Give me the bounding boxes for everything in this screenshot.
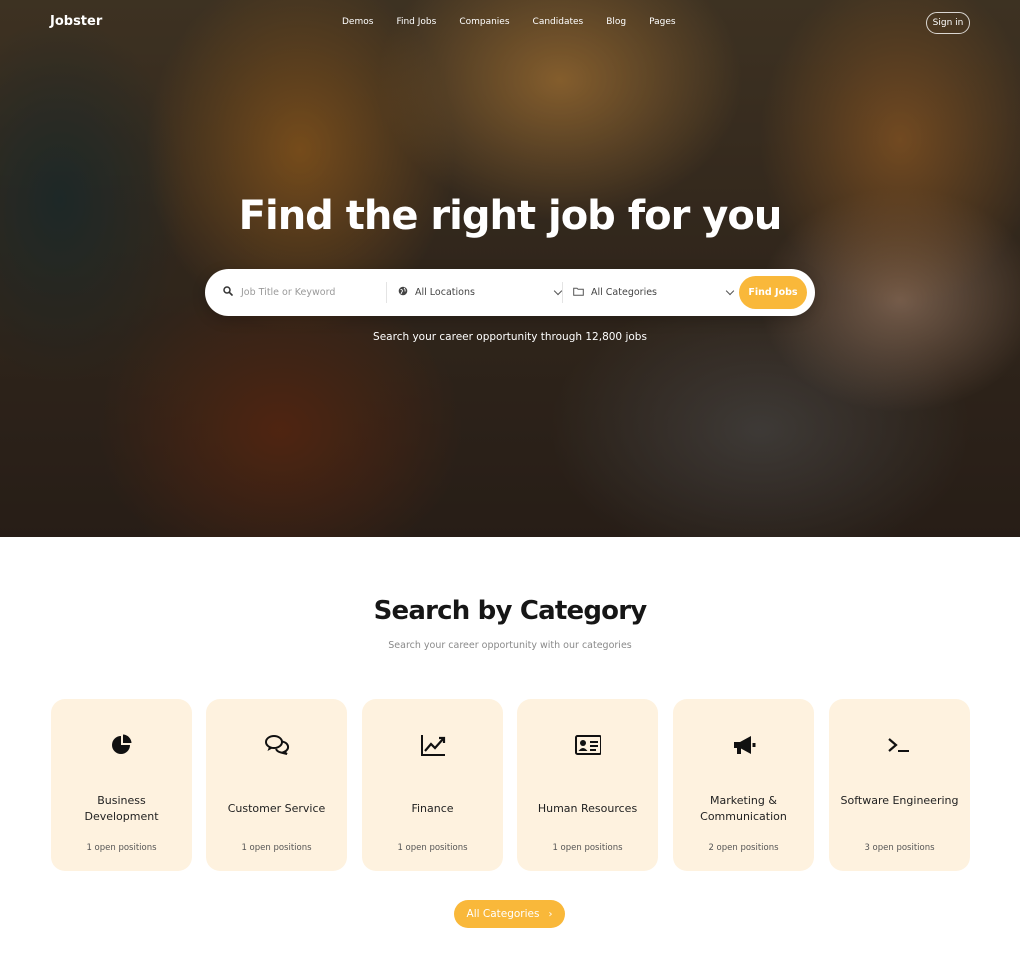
all-categories-button[interactable]: All Categories › (454, 900, 565, 928)
location-value: All Locations (415, 287, 475, 298)
keyword-placeholder: Job Title or Keyword (241, 287, 336, 298)
nav-item-candidates[interactable]: Candidates (533, 17, 584, 27)
folder-icon (573, 287, 584, 299)
category-name: Finance (411, 802, 454, 815)
category-count: 1 open positions (86, 843, 157, 853)
location-select[interactable]: All Locations (398, 269, 563, 316)
hero-title: Find the right job for you (238, 193, 783, 239)
globe-icon (398, 286, 408, 299)
pie-chart-icon (109, 733, 135, 757)
category-card-marketing-communication[interactable]: Marketing & Communication 2 open positio… (673, 699, 814, 871)
nav-item-companies[interactable]: Companies (459, 17, 509, 27)
sign-in-button[interactable]: Sign in (926, 12, 970, 34)
nav-item-demos[interactable]: Demos (342, 17, 373, 27)
nav-item-pages[interactable]: Pages (649, 17, 675, 27)
category-grid: Business Development 1 open positions Cu… (51, 699, 970, 871)
category-name: Software Engineering (840, 794, 959, 807)
category-name: Marketing & Communication (700, 794, 787, 823)
section-title: Search by Category (373, 596, 648, 626)
category-name: Customer Service (227, 802, 326, 815)
category-card-finance[interactable]: Finance 1 open positions (362, 699, 503, 871)
keyword-input[interactable]: Job Title or Keyword (223, 269, 391, 316)
main-menu: Demos Find Jobs Companies Candidates Blo… (342, 17, 699, 27)
category-count: 2 open positions (708, 843, 779, 853)
chat-bubbles-icon (264, 733, 290, 757)
divider (562, 282, 563, 303)
chevron-down-icon (725, 286, 735, 296)
category-name: Human Resources (537, 802, 638, 815)
category-count: 1 open positions (241, 843, 312, 853)
chevron-right-icon: › (548, 908, 553, 920)
category-count: 3 open positions (864, 843, 935, 853)
job-search-bar: Job Title or Keyword All Locations All C… (205, 269, 815, 316)
category-card-customer-service[interactable]: Customer Service 1 open positions (206, 699, 347, 871)
hero-section: Jobster Demos Find Jobs Companies Candid… (0, 0, 1020, 537)
chevron-down-icon (553, 286, 563, 296)
megaphone-icon (731, 733, 757, 757)
all-categories-label: All Categories (466, 908, 540, 920)
hero-subtitle: Search your career opportunity through 1… (373, 331, 647, 343)
nav-item-blog[interactable]: Blog (606, 17, 626, 27)
divider (386, 282, 387, 303)
line-chart-icon (420, 733, 446, 757)
logo[interactable]: Jobster (50, 14, 102, 29)
category-card-business-development[interactable]: Business Development 1 open positions (51, 699, 192, 871)
category-value: All Categories (591, 287, 658, 298)
category-count: 1 open positions (552, 843, 623, 853)
section-subtitle: Search your career opportunity with our … (388, 640, 632, 651)
terminal-icon (887, 733, 913, 757)
category-card-human-resources[interactable]: Human Resources 1 open positions (517, 699, 658, 871)
find-jobs-button[interactable]: Find Jobs (739, 276, 807, 309)
nav-item-find-jobs[interactable]: Find Jobs (396, 17, 436, 27)
category-count: 1 open positions (397, 843, 468, 853)
top-nav: Jobster Demos Find Jobs Companies Candid… (0, 0, 1020, 48)
search-icon (223, 286, 233, 299)
category-name: Business Development (84, 794, 159, 823)
category-card-software-engineering[interactable]: Software Engineering 3 open positions (829, 699, 970, 871)
category-select[interactable]: All Categories (573, 269, 735, 316)
id-card-icon (575, 733, 601, 757)
